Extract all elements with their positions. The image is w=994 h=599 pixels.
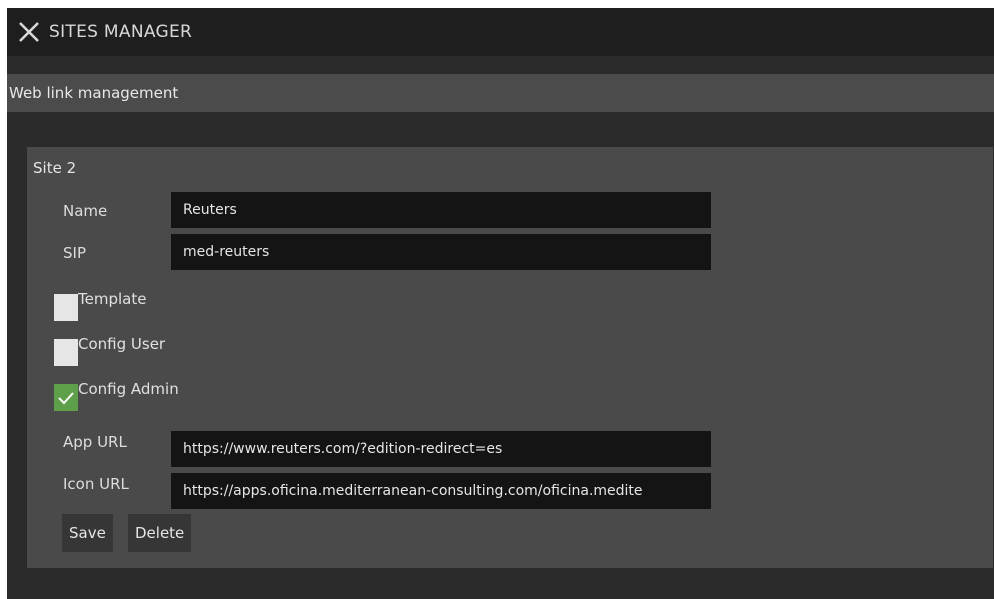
site-panel: Site 2 Name SIP Template Config User Con… xyxy=(27,147,993,568)
icon-url-input[interactable] xyxy=(171,473,711,509)
sites-manager-window: SITES MANAGER Web link management Site 2… xyxy=(7,8,994,599)
icon-url-label: Icon URL xyxy=(63,475,129,493)
config-user-checkbox[interactable] xyxy=(54,339,78,366)
config-admin-option[interactable]: Config Admin xyxy=(54,380,179,411)
config-user-option[interactable]: Config User xyxy=(54,335,165,366)
sip-input[interactable] xyxy=(171,234,711,270)
app-url-label: App URL xyxy=(63,433,127,451)
name-input[interactable] xyxy=(171,192,711,228)
name-label: Name xyxy=(63,202,108,220)
config-user-label: Config User xyxy=(78,335,166,353)
section-header: Web link management xyxy=(7,74,994,112)
config-admin-label: Config Admin xyxy=(78,380,179,398)
template-option[interactable]: Template xyxy=(54,290,146,321)
template-checkbox[interactable] xyxy=(54,294,78,321)
checkmark-icon xyxy=(58,391,74,404)
site-title: Site 2 xyxy=(33,159,77,177)
app-url-input[interactable] xyxy=(171,431,711,467)
sip-label: SIP xyxy=(63,244,86,262)
config-admin-checkbox[interactable] xyxy=(54,384,78,411)
delete-button[interactable]: Delete xyxy=(128,514,192,552)
window-title: SITES MANAGER xyxy=(49,22,193,42)
section-header-label: Web link management xyxy=(9,84,179,102)
close-icon[interactable] xyxy=(17,20,41,44)
template-label: Template xyxy=(78,290,147,308)
title-bar: SITES MANAGER xyxy=(7,8,994,56)
save-button[interactable]: Save xyxy=(62,514,113,552)
